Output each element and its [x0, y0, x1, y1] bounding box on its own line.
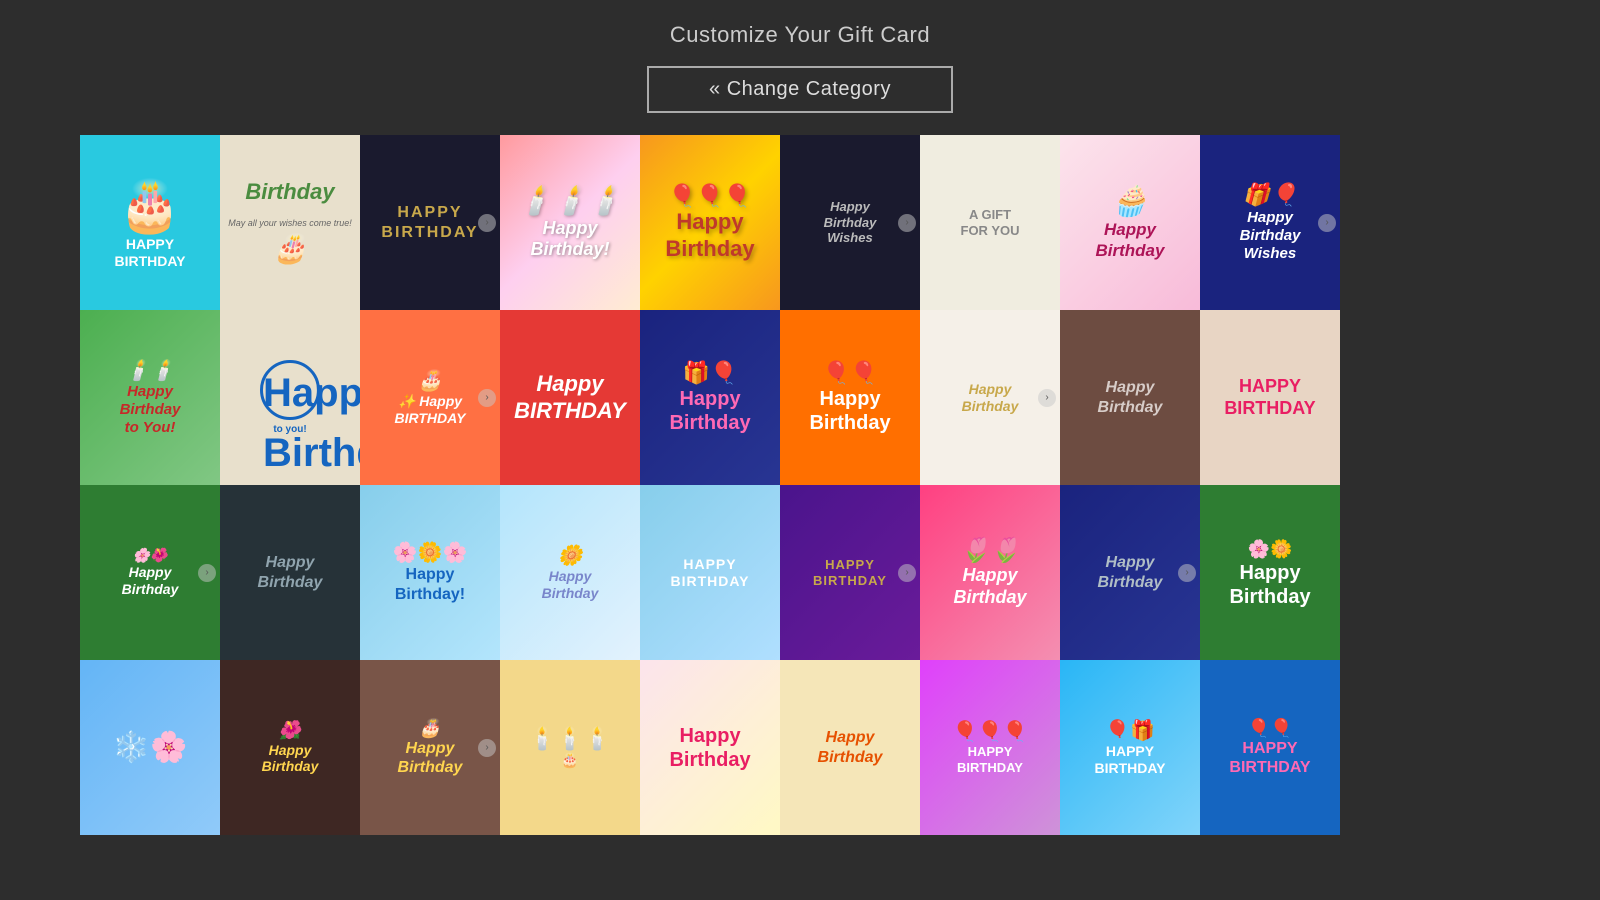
scroll-arrow-26[interactable]: ›	[1178, 564, 1196, 582]
gift-card-31[interactable]: 🕯️🕯️🕯️ 🎂	[500, 660, 640, 835]
gift-card-34[interactable]: 🎈🎈🎈 HAPPYBIRTHDAY	[920, 660, 1060, 835]
gift-card-13[interactable]: HappyBIRTHDAY	[500, 310, 640, 485]
gift-card-24[interactable]: HAPPYBIRTHDAY ›	[780, 485, 920, 660]
gift-card-1[interactable]: 🎂 HAPPYBIRTHDAY	[80, 135, 220, 310]
gift-card-35[interactable]: 🎈🎁 HAPPYBIRTHDAY	[1060, 660, 1200, 835]
gift-card-36[interactable]: 🎈🎈 HAPPYBIRTHDAY	[1200, 660, 1340, 835]
gift-card-22[interactable]: 🌼 HappyBirthday	[500, 485, 640, 660]
gift-card-28[interactable]: ❄️🌸	[80, 660, 220, 835]
scroll-arrow-24[interactable]: ›	[898, 564, 916, 582]
gift-card-5[interactable]: 🎈🎈🎈 HappyBirthday	[640, 135, 780, 310]
scroll-arrow-6[interactable]: ›	[898, 214, 916, 232]
gift-card-10[interactable]: 🕯️🕯️ HappyBirthdayto You!	[80, 310, 220, 485]
scroll-arrow-9[interactable]: ›	[1318, 214, 1336, 232]
gift-card-14[interactable]: 🎁🎈 HappyBirthday	[640, 310, 780, 485]
scroll-arrow-12[interactable]: ›	[478, 389, 496, 407]
gift-card-18[interactable]: HAPPYBIRTHDAY	[1200, 310, 1340, 485]
gift-card-7[interactable]: A GIFTFOR YOU	[920, 135, 1060, 310]
gift-card-30[interactable]: 🎂 HappyBirthday ›	[360, 660, 500, 835]
gift-card-27[interactable]: 🌸🌼 HappyBirthday	[1200, 485, 1340, 660]
gift-card-29[interactable]: 🌺 HappyBirthday	[220, 660, 360, 835]
gift-card-6[interactable]: HappyBirthdayWishes ›	[780, 135, 920, 310]
gift-card-spacer4	[1340, 660, 1480, 835]
gift-card-16[interactable]: HappyBirthday ›	[920, 310, 1060, 485]
gift-card-20[interactable]: HappyBirthday	[220, 485, 360, 660]
gift-card-spacer3	[1340, 485, 1480, 660]
gift-card-2[interactable]: BirthdayMay all your wishes come true! 🎂	[220, 135, 360, 310]
gift-card-26[interactable]: HappyBirthday ›	[1060, 485, 1200, 660]
gift-card-32[interactable]: HappyBirthday	[640, 660, 780, 835]
gift-card-4[interactable]: 🕯️🕯️🕯️ HappyBirthday!	[500, 135, 640, 310]
gift-card-23[interactable]: HAPPYBIRTHDAY	[640, 485, 780, 660]
gift-card-spacer2	[1340, 310, 1480, 485]
change-category-button[interactable]: « Change Category	[647, 66, 953, 113]
scroll-arrow[interactable]: ›	[478, 214, 496, 232]
gift-card-3[interactable]: HAPPYBIRTHDAY ›	[360, 135, 500, 310]
gift-card-8[interactable]: 🧁 HappyBirthday	[1060, 135, 1200, 310]
scroll-arrow-30[interactable]: ›	[478, 739, 496, 757]
gift-card-21[interactable]: 🌸🌼🌸 HappyBirthday!	[360, 485, 500, 660]
gift-card-spacer	[1340, 135, 1480, 310]
page-title: Customize Your Gift Card	[670, 22, 930, 48]
gift-card-11[interactable]: HappyBirthday to you!	[220, 310, 360, 485]
gift-card-17[interactable]: HappyBirthday	[1060, 310, 1200, 485]
card-grid: 🎂 HAPPYBIRTHDAY BirthdayMay all your wis…	[80, 135, 1520, 835]
scroll-arrow-16[interactable]: ›	[1038, 389, 1056, 407]
gift-card-9[interactable]: 🎁🎈 HappyBirthdayWishes ›	[1200, 135, 1340, 310]
scroll-arrow-19[interactable]: ›	[198, 564, 216, 582]
gift-card-33[interactable]: HappyBirthday	[780, 660, 920, 835]
gift-card-19[interactable]: 🌸🌺 HappyBirthday ›	[80, 485, 220, 660]
gift-card-25[interactable]: 🌷🌷 HappyBirthday	[920, 485, 1060, 660]
gift-card-15[interactable]: 🎈🎈 HappyBirthday	[780, 310, 920, 485]
gift-card-12[interactable]: 🎂 ✨ HappyBIRTHDAY ›	[360, 310, 500, 485]
